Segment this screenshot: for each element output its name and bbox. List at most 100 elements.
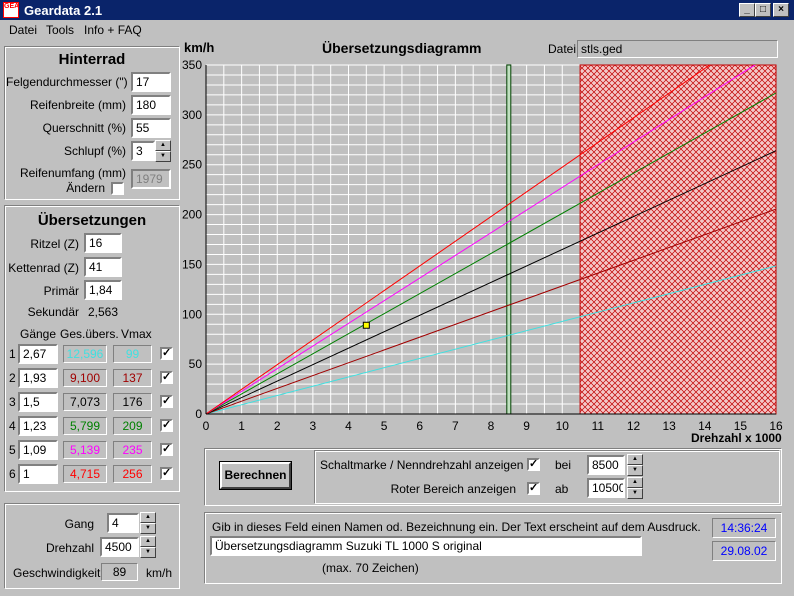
x-tick-label: 3	[310, 419, 317, 433]
x-tick-label: 2	[274, 419, 281, 433]
schalt-checkbox[interactable]: ✓	[527, 458, 540, 471]
notes-hint: Gib in dieses Feld einen Namen od. Bezei…	[212, 520, 701, 534]
spin-up-icon[interactable]: ▲	[627, 477, 643, 488]
x-tick-label: 1	[238, 419, 245, 433]
y-axis-label: km/h	[184, 40, 215, 55]
hinterrad-title: Hinterrad	[58, 51, 126, 68]
x-tick-label: 12	[627, 419, 641, 433]
spin-down-icon[interactable]: ▼	[140, 547, 156, 558]
rot-label: Roter Bereich anzeigen	[390, 482, 516, 496]
gear-ratio-input[interactable]: 1,23	[18, 416, 58, 436]
ritzel-label: Ritzel (Z)	[30, 237, 79, 251]
spin-up-icon[interactable]: ▲	[140, 512, 156, 523]
x-tick-label: 0	[203, 419, 210, 433]
gear-checkbox[interactable]: ✓	[160, 419, 173, 432]
schlupf-spinner[interactable]: ▲ ▼	[155, 140, 171, 162]
gear-number: 5	[9, 443, 16, 457]
drehzahl-spinner[interactable]: ▲ ▼	[140, 536, 156, 558]
ab-label: ab	[555, 482, 569, 496]
y-tick-label: 0	[195, 407, 202, 421]
ab-spinner[interactable]: ▲ ▼	[627, 477, 643, 499]
felgen-input[interactable]: 17	[131, 72, 171, 92]
ketten-label: Kettenrad (Z)	[8, 261, 79, 275]
gear-checkbox[interactable]: ✓	[160, 467, 173, 480]
gear-vmax: 137	[113, 369, 152, 387]
spin-down-icon[interactable]: ▼	[140, 523, 156, 534]
umfang-input[interactable]: 1979	[131, 169, 171, 189]
y-tick-label: 100	[182, 307, 202, 321]
gear-vmax: 99	[113, 345, 152, 363]
sekundaer-label: Sekundär	[27, 305, 79, 319]
x-tick-label: 6	[416, 419, 423, 433]
notes-input[interactable]: Übersetzungsdiagramm Suzuki TL 1000 S or…	[210, 536, 642, 556]
x-tick-label: 11	[592, 419, 605, 433]
aendern-checkbox[interactable]	[111, 182, 124, 195]
schlupf-input[interactable]: 3	[131, 141, 155, 161]
gear-ratio-input[interactable]: 1	[18, 464, 58, 484]
schlupf-label: Schlupf (%)	[63, 144, 126, 158]
menu-datei[interactable]: Datei	[9, 23, 37, 37]
drehzahl-label: Drehzahl	[45, 541, 94, 555]
gear-ratio-input[interactable]: 1,09	[18, 440, 58, 460]
bei-label: bei	[555, 458, 572, 472]
ritzel-input[interactable]: 16	[84, 233, 122, 253]
gear-total-ratio: 4,715	[63, 465, 107, 483]
gear-ratio-input[interactable]: 1,93	[18, 368, 58, 388]
drehzahl-input[interactable]: 4500	[100, 537, 139, 557]
gear-number: 6	[9, 467, 16, 481]
y-tick-label: 350	[182, 58, 202, 72]
aendern-label: Ändern	[66, 181, 105, 195]
gear-number: 3	[9, 395, 16, 409]
gang-label: Gang	[64, 517, 94, 531]
spin-down-icon[interactable]: ▼	[627, 488, 643, 499]
x-tick-label: 8	[488, 419, 495, 433]
umfang-label: Reifenumfang (mm)	[19, 166, 126, 180]
y-tick-label: 200	[182, 208, 202, 222]
gear-ratio-input[interactable]: 1,5	[18, 392, 58, 412]
gear-checkbox[interactable]: ✓	[160, 371, 173, 384]
gear-number: 4	[9, 419, 16, 433]
ab-input[interactable]: 10500	[587, 478, 625, 498]
bei-input[interactable]: 8500	[587, 455, 625, 475]
close-button[interactable]: ×	[773, 3, 789, 17]
gear-vmax: 235	[113, 441, 152, 459]
gear-checkbox[interactable]: ✓	[160, 395, 173, 408]
ketten-input[interactable]: 41	[84, 257, 122, 277]
bei-spinner[interactable]: ▲ ▼	[627, 454, 643, 476]
speed-unit: km/h	[146, 566, 173, 580]
breite-input[interactable]: 180	[131, 95, 171, 115]
rot-checkbox[interactable]: ✓	[527, 482, 540, 495]
spin-up-icon[interactable]: ▲	[155, 140, 171, 151]
menu-info-faq[interactable]: Info + FAQ	[84, 23, 142, 37]
notes-max-text: (max. 70 Zeichen)	[322, 561, 419, 575]
diagram-title: Übersetzungsdiagramm	[322, 40, 482, 56]
quer-input[interactable]: 55	[131, 118, 171, 138]
breite-label: Reifenbreite (mm)	[29, 98, 126, 112]
menu-tools[interactable]: Tools	[46, 23, 74, 37]
gear-checkbox[interactable]: ✓	[160, 347, 173, 360]
title-bar[interactable]: GEA Geardata 2.1 _ □ ×	[0, 0, 794, 20]
gear-vmax: 256	[113, 465, 152, 483]
minimize-button[interactable]: _	[739, 3, 755, 17]
uebersetzungen-title: Übersetzungen	[37, 212, 147, 229]
primaer-label: Primär	[43, 284, 79, 298]
app-icon: GEA	[3, 2, 19, 18]
primaer-input[interactable]: 1,84	[84, 280, 122, 300]
gang-spinner[interactable]: ▲ ▼	[140, 512, 156, 534]
y-tick-label: 50	[189, 357, 203, 371]
gear-ratio-input[interactable]: 2,67	[18, 344, 58, 364]
gear-diagram-chart: 0 1 2 3 4 5 6 7 8 9 10 11 12 13 14 15 160501001502002503…	[182, 58, 783, 433]
gang-input[interactable]: 4	[107, 513, 139, 533]
spin-up-icon[interactable]: ▲	[627, 454, 643, 465]
maximize-button[interactable]: □	[755, 3, 771, 17]
spin-up-icon[interactable]: ▲	[140, 536, 156, 547]
gear-total-ratio: 7,073	[63, 393, 107, 411]
gear-checkbox[interactable]: ✓	[160, 443, 173, 456]
spin-down-icon[interactable]: ▼	[627, 465, 643, 476]
spin-down-icon[interactable]: ▼	[155, 151, 171, 162]
quer-label: Querschnitt (%)	[42, 121, 126, 135]
berechnen-button[interactable]: Berechnen	[219, 461, 292, 490]
gear-total-ratio: 9,100	[63, 369, 107, 387]
time-display: 14:36:24	[712, 518, 776, 538]
x-tick-label: 10	[556, 419, 570, 433]
